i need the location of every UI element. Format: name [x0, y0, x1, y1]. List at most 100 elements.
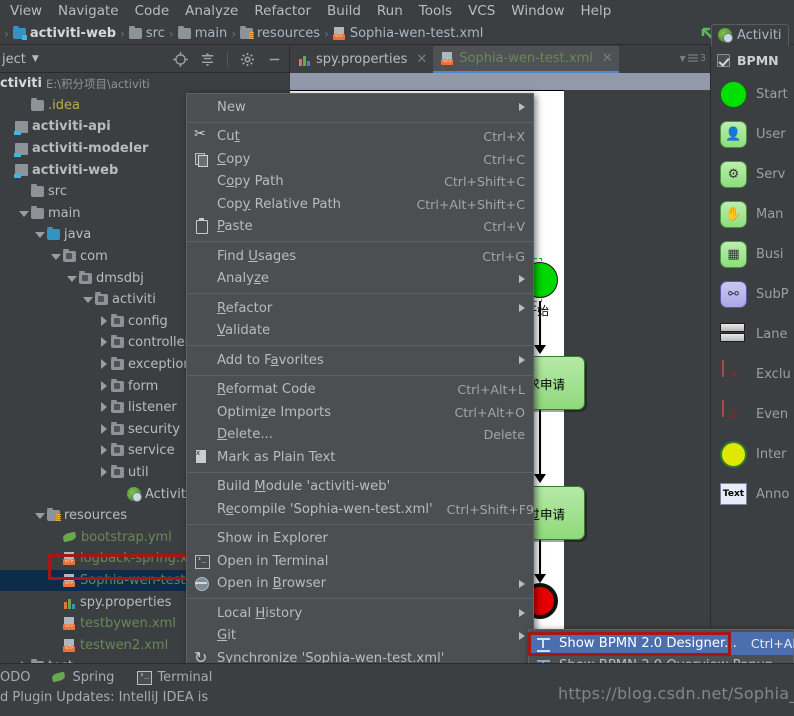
- hide-panel-icon[interactable]: [267, 52, 282, 67]
- menu-item-delete[interactable]: Delete... Delete: [187, 424, 533, 447]
- menu-item-code[interactable]: Code: [127, 2, 178, 20]
- menu-item-build[interactable]: Build: [319, 2, 369, 20]
- palette-item-user[interactable]: 👤 User: [711, 114, 794, 154]
- chevron-down-icon[interactable]: [18, 208, 29, 219]
- locate-icon[interactable]: [173, 51, 188, 67]
- menu-item-optimize-imports[interactable]: Optimize Imports Ctrl+Alt+O: [187, 401, 533, 424]
- menu-item-new[interactable]: New: [187, 96, 533, 119]
- menu-item-local-history[interactable]: Local History: [187, 602, 533, 625]
- palette-item-lane[interactable]: Lane: [711, 314, 794, 354]
- palette-item-exclu[interactable]: ✕ Exclu: [711, 354, 794, 394]
- menu-item-reformat-code[interactable]: Reformat Code Ctrl+Alt+L: [187, 379, 533, 402]
- menu-item-open-in-terminal[interactable]: Open in Terminal: [187, 550, 533, 573]
- tree-node-label: util: [128, 464, 149, 480]
- menu-item-open-in-browser[interactable]: Open in Browser: [187, 573, 533, 596]
- menu-item-paste[interactable]: Paste Ctrl+V: [187, 216, 533, 239]
- chevron-down-icon[interactable]: [82, 294, 93, 305]
- tab-overflow-indicator[interactable]: ▼ 3: [679, 53, 706, 64]
- menu-item-window[interactable]: Window: [503, 2, 572, 20]
- menu-item-build-module-activiti-web[interactable]: Build Module 'activiti-web': [187, 476, 533, 499]
- menu-item-navigate[interactable]: Navigate: [50, 2, 127, 20]
- chevron-right-icon[interactable]: [98, 466, 109, 478]
- close-icon[interactable]: ✕: [416, 52, 427, 67]
- main-menu-bar[interactable]: View Navigate Code Analyze Refactor Buil…: [0, 0, 794, 21]
- menu-item-recompile-sophia-wen-test-xml[interactable]: Recompile 'Sophia-wen-test.xml' Ctrl+Shif…: [187, 498, 534, 521]
- menu-icon-placeholder: [194, 628, 211, 643]
- close-icon[interactable]: ✕: [602, 51, 613, 66]
- menu-item-git[interactable]: Git: [187, 625, 533, 648]
- menu-item-run[interactable]: Run: [369, 2, 411, 20]
- menu-item-copy-relative-path[interactable]: Copy Relative Path Ctrl+Alt+Shift+C: [187, 193, 533, 216]
- source-folder-icon: [47, 227, 60, 241]
- context-menu[interactable]: New Cut Ctrl+X Copy Ctrl+C Copy Path Ctrl+Shif…: [186, 93, 534, 716]
- breadcrumb-separator: ›: [120, 26, 125, 41]
- status-item-todo[interactable]: ODO: [0, 670, 30, 685]
- tree-root-row[interactable]: ctiviti E:\积分项目\activiti: [0, 73, 290, 95]
- settings-gear-icon[interactable]: [240, 52, 255, 67]
- editor-tab-strip[interactable]: spy.properties ✕ </> Sophia-wen-test.xml…: [290, 46, 710, 73]
- chevron-down-icon[interactable]: [66, 273, 77, 284]
- collapse-all-icon[interactable]: [200, 52, 215, 67]
- menu-icon-placeholder: [194, 301, 211, 316]
- menu-item-label: Mark as Plain Text: [217, 449, 336, 465]
- chevron-right-icon[interactable]: [98, 315, 109, 327]
- menu-item-validate[interactable]: Validate: [187, 320, 533, 343]
- breadcrumb-item-main[interactable]: main: [177, 26, 227, 41]
- palette-item-serv[interactable]: ⚙ Serv: [711, 154, 794, 194]
- menu-item-copy-path[interactable]: Copy Path Ctrl+Shift+C: [187, 171, 533, 194]
- breadcrumb-item-module[interactable]: activiti-web: [12, 26, 116, 41]
- chevron-right-icon[interactable]: [98, 337, 109, 348]
- palette-tab-activiti[interactable]: Activiti: [711, 23, 789, 46]
- menu-item-label: Build Module 'activiti-web': [217, 479, 391, 495]
- menu-item-view[interactable]: View: [2, 2, 50, 20]
- status-item-spring[interactable]: Spring: [52, 670, 114, 685]
- chevron-down-icon[interactable]: [34, 229, 45, 240]
- menu-item-help[interactable]: Help: [573, 2, 620, 20]
- breadcrumb-item-file[interactable]: </> Sophia-wen-test.xml: [332, 26, 483, 41]
- project-panel-title[interactable]: ject: [0, 52, 26, 67]
- menu-item-analyze[interactable]: Analyze: [187, 268, 533, 291]
- chevron-right-icon[interactable]: [98, 380, 109, 392]
- menu-item-analyze[interactable]: Analyze: [177, 2, 246, 20]
- palette-item-man[interactable]: ✋ Man: [711, 194, 794, 234]
- tab-sophia-wen-test-xml[interactable]: </> Sophia-wen-test.xml ✕: [433, 46, 619, 73]
- palette-item-inter[interactable]: Inter: [711, 434, 794, 474]
- menu-item-mark-as-plain-text[interactable]: Mark as Plain Text: [187, 446, 533, 469]
- package-icon: [95, 292, 108, 306]
- menu-item-copy[interactable]: Copy Ctrl+C: [187, 148, 533, 171]
- chevron-right-icon[interactable]: [98, 402, 109, 413]
- chevron-right-icon[interactable]: [98, 423, 109, 435]
- menu-item-cut[interactable]: Cut Ctrl+X: [187, 126, 533, 149]
- menu-item-find-usages[interactable]: Find Usages Ctrl+G: [187, 245, 533, 268]
- menu-item-show-bpmn-2-0-designer[interactable]: Show BPMN 2.0 Designer... Ctrl+Alt: [529, 632, 794, 655]
- menu-item-show-in-explorer[interactable]: Show in Explorer: [187, 528, 533, 551]
- breadcrumb-item-src[interactable]: src: [128, 26, 165, 41]
- palette-item-even[interactable]: ◎ Even: [711, 394, 794, 434]
- palette-section-bpmn[interactable]: BPMN: [711, 46, 794, 74]
- breadcrumb-item-resources[interactable]: resources: [240, 26, 320, 41]
- palette-item-busi[interactable]: ▦ Busi: [711, 234, 794, 274]
- menu-item-vcs[interactable]: VCS: [460, 2, 503, 20]
- bpmn-designer-toolbar[interactable]: [290, 73, 710, 90]
- chevron-down-icon[interactable]: [34, 510, 45, 521]
- tab-spy-properties[interactable]: spy.properties ✕: [290, 46, 433, 73]
- palette-item-start[interactable]: Start: [711, 74, 794, 114]
- palette-item-subp[interactable]: ⚯ SubP: [711, 274, 794, 314]
- chevron-right-icon[interactable]: [98, 445, 109, 456]
- status-item-terminal[interactable]: Terminal: [136, 670, 212, 685]
- menu-icon-placeholder: [194, 502, 211, 517]
- palette-item-anno[interactable]: Text Anno: [711, 474, 794, 514]
- menu-item-tools[interactable]: Tools: [411, 2, 460, 20]
- chevron-down-icon[interactable]: ▼: [32, 54, 39, 64]
- chevron-right-icon[interactable]: [98, 359, 109, 370]
- chevron-down-icon[interactable]: [50, 251, 61, 262]
- service-task-icon: ⚙: [720, 160, 747, 188]
- menu-item-refactor[interactable]: Refactor: [246, 2, 319, 20]
- menu-item-shortcut: Delete: [483, 427, 525, 443]
- menu-item-add-to-favorites[interactable]: Add to Favorites: [187, 349, 533, 372]
- checkbox-icon[interactable]: [717, 54, 730, 67]
- menu-item-refactor[interactable]: Refactor: [187, 297, 533, 320]
